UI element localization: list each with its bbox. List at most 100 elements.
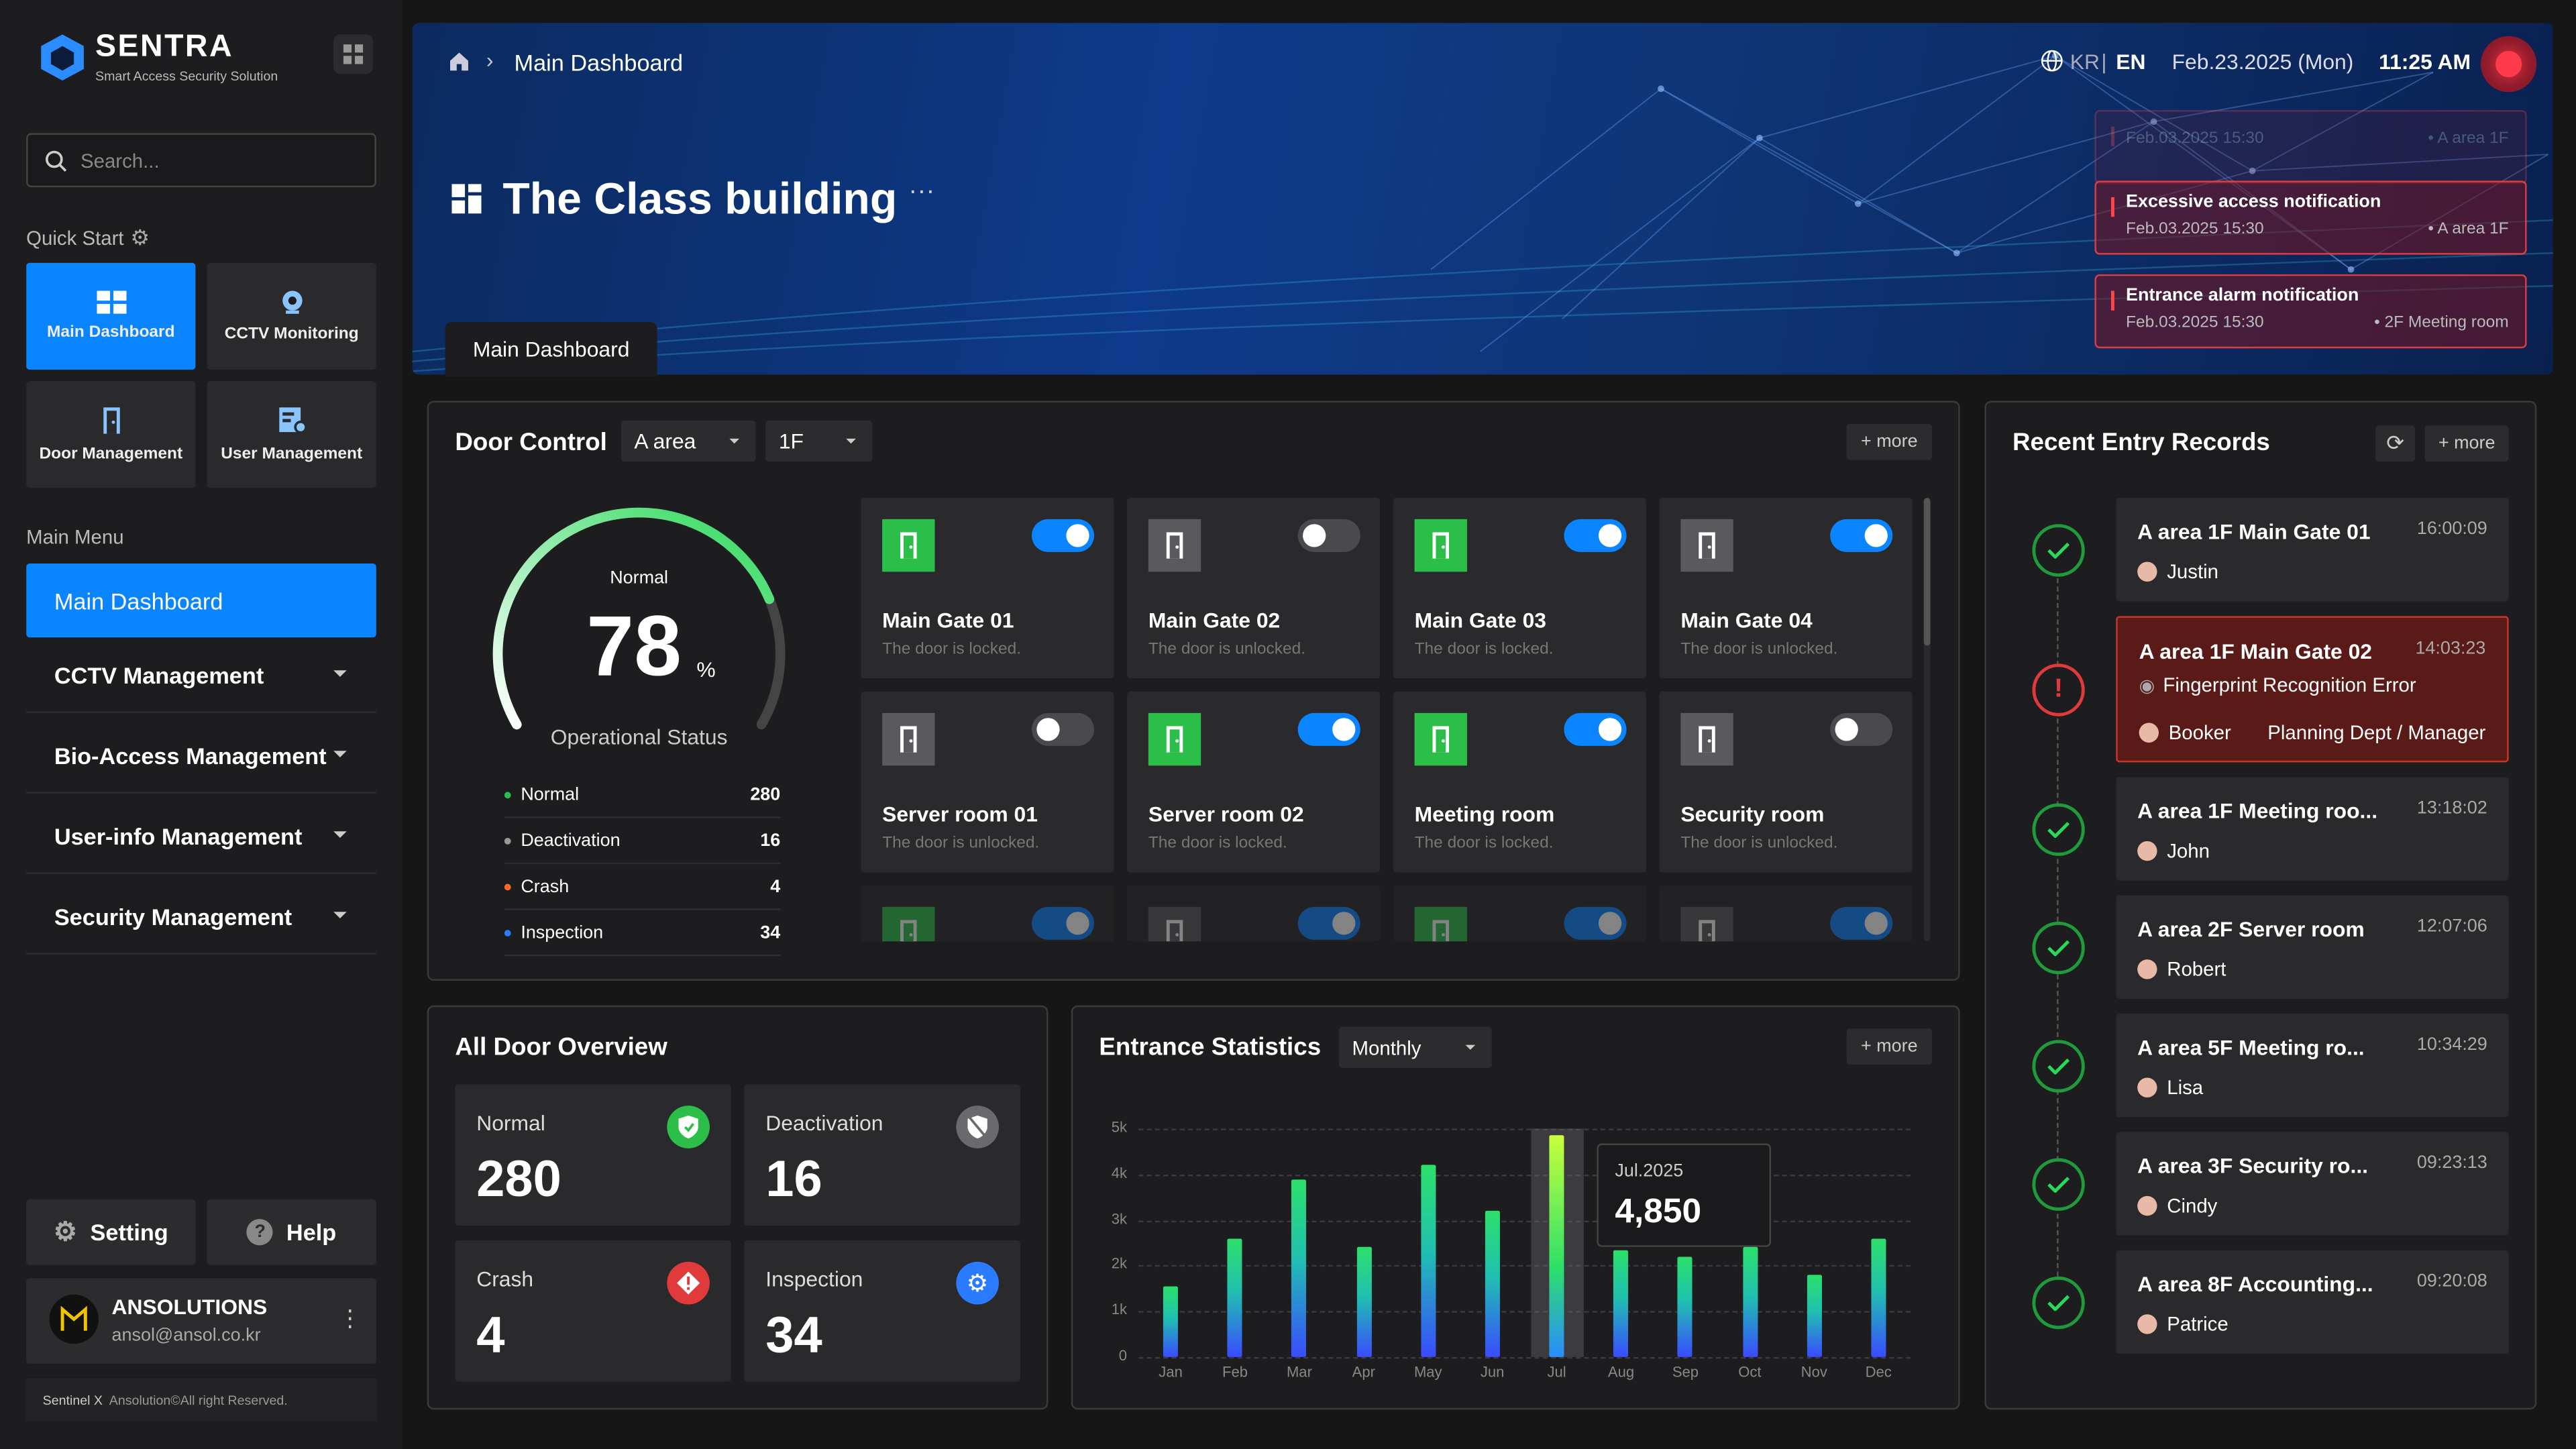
home-icon[interactable] <box>449 51 470 72</box>
floor-select[interactable]: 1F <box>765 420 873 462</box>
entry-records-title: Recent Entry Records <box>2012 429 2270 457</box>
overview-crash[interactable]: Crash 4 <box>455 1240 731 1382</box>
chart-bar[interactable] <box>1420 1165 1436 1357</box>
door-card-partial[interactable] <box>1393 885 1646 942</box>
door-card[interactable]: Server room 02 The door is locked. <box>1127 692 1381 873</box>
door-toggle[interactable] <box>1564 712 1627 746</box>
door-toggle[interactable] <box>1031 712 1095 746</box>
door-control-more-button[interactable]: + more <box>1846 423 1933 460</box>
door-toggle[interactable] <box>1297 712 1360 746</box>
breadcrumb[interactable]: Main Dashboard <box>515 49 684 75</box>
chart-bar[interactable] <box>1356 1247 1371 1357</box>
door-card[interactable]: Server room 01 The door is unlocked. <box>861 692 1114 873</box>
door-toggle[interactable] <box>1830 712 1893 746</box>
entrance-more-button[interactable]: + more <box>1846 1028 1933 1065</box>
logo[interactable]: SENTRA Smart Access Security Solution <box>40 30 278 84</box>
globe-icon[interactable] <box>2041 49 2063 72</box>
door-status: The door is unlocked. <box>1680 835 1838 853</box>
lang-en[interactable]: EN <box>2116 49 2145 74</box>
toggle-knob <box>1598 524 1622 547</box>
chart-bar[interactable] <box>1485 1210 1500 1357</box>
alarm-button[interactable] <box>2480 36 2537 93</box>
entry-record[interactable]: A area 2F Server room 12:07:06 Robert <box>2116 895 2509 999</box>
help-button[interactable]: ? Help <box>207 1199 376 1265</box>
door-card-partial[interactable] <box>1127 885 1381 942</box>
record-location: A area 8F Accounting... <box>2137 1271 2373 1297</box>
quick-tile-user[interactable]: User Management <box>207 381 376 488</box>
chart-bar[interactable] <box>1228 1238 1243 1357</box>
overview-deactivation[interactable]: Deactivation 16 <box>744 1084 1020 1226</box>
door-toggle[interactable] <box>1564 906 1627 940</box>
more-label: + more <box>1861 1036 1918 1057</box>
menu-item-cctv[interactable]: CCTV Management <box>26 639 376 713</box>
records-more-button[interactable]: + more <box>2424 425 2509 462</box>
door-card-partial[interactable] <box>861 885 1114 942</box>
toggle-knob <box>1332 718 1356 741</box>
overview-normal[interactable]: Normal 280 <box>455 1084 731 1226</box>
entry-record[interactable]: A area 3F Security ro... 09:23:13 Cindy <box>2116 1132 2509 1236</box>
door-card[interactable]: Main Gate 04 The door is unlocked. <box>1659 498 1913 679</box>
notification-excessive-access[interactable]: Excessive access notification Feb.03.202… <box>2094 180 2527 255</box>
chart-bar[interactable] <box>1291 1179 1307 1357</box>
door-card[interactable]: Main Gate 03 The door is locked. <box>1393 498 1646 679</box>
apps-grid-button[interactable] <box>333 34 373 74</box>
overview-inspection[interactable]: Inspection 34 ⚙ <box>744 1240 1020 1382</box>
door-toggle[interactable] <box>1031 519 1095 552</box>
door-card-partial[interactable] <box>1659 885 1913 942</box>
door-card[interactable]: Security room The door is unlocked. <box>1659 692 1913 873</box>
entry-record[interactable]: A area 5F Meeting ro... 10:34:29 Lisa <box>2116 1014 2509 1118</box>
user-name: ANSOLUTIONS <box>111 1294 268 1320</box>
door-card[interactable]: Main Gate 01 The door is locked. <box>861 498 1114 679</box>
gauge-unit: % <box>696 657 716 682</box>
user-card[interactable]: ANSOLUTIONS ansol@ansol.co.kr ⋮ <box>26 1278 376 1364</box>
quick-tile-main-dashboard[interactable]: Main Dashboard <box>26 262 196 370</box>
chart-bar[interactable] <box>1742 1247 1758 1357</box>
door-scrollbar-thumb[interactable] <box>1923 498 1931 646</box>
quick-tile-cctv[interactable]: CCTV Monitoring <box>207 262 376 370</box>
building-more-icon[interactable]: ··· <box>908 177 934 207</box>
chart-bar[interactable] <box>1807 1275 1822 1357</box>
entry-record[interactable]: A area 1F Main Gate 01 16:00:09 Justin <box>2116 498 2509 602</box>
toggle-knob <box>1598 912 1622 935</box>
entry-record[interactable]: A area 8F Accounting... 09:20:08 Patrice <box>2116 1250 2509 1354</box>
menu-item-bio-access[interactable]: Bio-Access Management <box>26 720 376 794</box>
setting-button[interactable]: ⚙ Setting <box>26 1199 196 1265</box>
door-toggle[interactable] <box>1297 519 1360 552</box>
gear-icon[interactable]: ⚙ <box>130 225 150 252</box>
tab-main-dashboard[interactable]: Main Dashboard <box>445 322 657 376</box>
door-toggle[interactable] <box>1830 519 1893 552</box>
quick-tile-door[interactable]: Door Management <box>26 381 196 488</box>
notification-faded[interactable]: Feb.03.2025 15:30 • A area 1F <box>2094 110 2527 184</box>
door-name: Meeting room <box>1414 802 1555 826</box>
door-icon <box>1680 519 1733 572</box>
lang-kr[interactable]: KR <box>2070 49 2100 74</box>
menu-item-security[interactable]: Security Management <box>26 881 376 955</box>
record-user: John <box>2137 839 2210 863</box>
refresh-button[interactable]: ⟳ <box>2375 425 2416 462</box>
period-select[interactable]: Monthly <box>1338 1026 1492 1068</box>
chart-bar[interactable] <box>1871 1238 1886 1357</box>
door-toggle[interactable] <box>1031 906 1095 940</box>
door-status: The door is locked. <box>1148 835 1287 853</box>
door-toggle[interactable] <box>1564 519 1627 552</box>
menu-item-user-info[interactable]: User-info Management <box>26 800 376 874</box>
door-icon <box>882 906 935 942</box>
door-toggle[interactable] <box>1297 906 1360 940</box>
door-status: The door is locked. <box>1414 641 1554 659</box>
door-scrollbar[interactable] <box>1923 498 1931 942</box>
door-icon <box>1148 906 1201 942</box>
door-card[interactable]: Main Gate 02 The door is unlocked. <box>1127 498 1381 679</box>
menu-item-main-dashboard[interactable]: Main Dashboard <box>26 564 376 638</box>
door-toggle[interactable] <box>1830 906 1893 940</box>
chart-bar[interactable] <box>1549 1135 1564 1357</box>
search-input[interactable]: Search... <box>26 133 376 188</box>
chart-bar[interactable] <box>1613 1249 1629 1357</box>
notification-entrance-alarm[interactable]: Entrance alarm notification Feb.03.2025 … <box>2094 274 2527 349</box>
area-select[interactable]: A area <box>621 420 756 462</box>
more-vertical-icon[interactable]: ⋮ <box>338 1305 361 1333</box>
entry-record[interactable]: A area 1F Meeting roo... 13:18:02 John <box>2116 777 2509 881</box>
door-card[interactable]: Meeting room The door is locked. <box>1393 692 1646 873</box>
chart-bar[interactable] <box>1163 1286 1179 1357</box>
chart-bar[interactable] <box>1678 1256 1693 1357</box>
entry-record[interactable]: A area 1F Main Gate 02 14:03:23 ◉ Fingerpri… <box>2116 616 2509 763</box>
